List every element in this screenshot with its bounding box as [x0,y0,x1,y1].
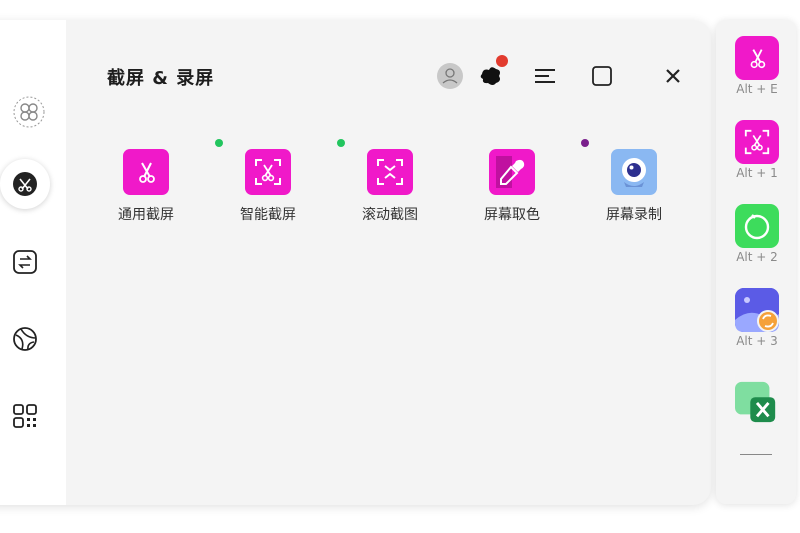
quick-launch-bar: Alt + E Alt + 1 Alt + 2 Alt + 3 [716,20,796,504]
quick-item-excel[interactable] [735,380,779,424]
sidebar [0,20,66,505]
nav-convert[interactable] [0,237,50,287]
skin-button[interactable] [476,55,508,91]
avatar-button[interactable] [435,61,465,91]
status-dot [581,139,589,147]
shortcut-label: Alt + 2 [736,250,778,264]
quick-item-smart-screenshot[interactable]: Alt + 1 [735,120,779,180]
tool-tile [123,149,169,195]
nav-screenshot[interactable] [0,159,50,209]
quick-tile [735,120,779,164]
notification-dot [496,55,508,67]
basketball-icon [13,327,37,351]
maximize-button[interactable] [587,61,617,91]
shortcut-label: Alt + 3 [736,334,778,348]
close-icon [666,69,680,83]
quick-tile [735,380,779,424]
tool-tile [245,149,291,195]
tool-label: 屏幕录制 [606,207,662,223]
tool-tile [489,149,535,195]
tool-scroll-screenshot[interactable]: 滚动截图 [337,139,432,229]
tool-general-screenshot[interactable]: 通用截屏 [106,149,188,229]
maximize-icon [592,66,612,86]
image-sync-icon [735,288,779,332]
menu-icon [535,69,555,83]
tool-screen-record[interactable]: 屏幕录制 [581,139,676,229]
excel-icon [735,381,776,423]
scissors-icon [13,172,37,196]
nav-basketball[interactable] [0,314,50,364]
eyedropper-icon [496,156,525,188]
flower-grid-icon [13,96,45,128]
tool-label: 滚动截图 [362,207,418,223]
timer-icon [744,214,770,240]
quick-item-image[interactable]: Alt + 3 [735,288,779,348]
quick-tile [735,36,779,80]
quick-item-timer[interactable]: Alt + 2 [735,204,779,264]
tool-label: 智能截屏 [240,207,296,223]
scissors-icon [139,162,155,183]
nav-qrcode[interactable] [0,391,50,441]
status-dot [337,139,345,147]
tool-smart-screenshot[interactable]: 智能截屏 [215,139,310,229]
shortcut-label: Alt + E [736,82,778,96]
smart-scissors-icon [255,159,281,185]
divider [740,454,772,455]
quick-tile [735,204,779,248]
page-title: 截屏 & 录屏 [107,68,215,89]
qr-code-icon [13,404,37,428]
close-button[interactable] [658,61,688,91]
scroll-capture-icon [377,159,403,185]
scissors-icon [750,49,766,69]
shortcut-label: Alt + 1 [736,166,778,180]
tool-tile [367,149,413,195]
quick-tile [735,288,779,332]
smart-scissors-icon [744,129,770,155]
swap-icon [13,250,37,274]
webcam-icon [622,158,646,187]
nav-flower-grid[interactable] [4,87,54,137]
menu-button[interactable] [530,61,560,91]
avatar-icon [437,63,463,89]
tool-label: 通用截屏 [118,207,174,223]
status-dot [215,139,223,147]
tool-color-picker[interactable]: 屏幕取色 [472,149,554,229]
quick-item-screenshot[interactable]: Alt + E [735,36,779,96]
tool-tile [611,149,657,195]
tool-label: 屏幕取色 [484,207,540,223]
main-panel: 截屏 & 录屏 通用截屏 智能截屏 滚动截图 屏幕取色 屏幕录制 [0,20,711,505]
